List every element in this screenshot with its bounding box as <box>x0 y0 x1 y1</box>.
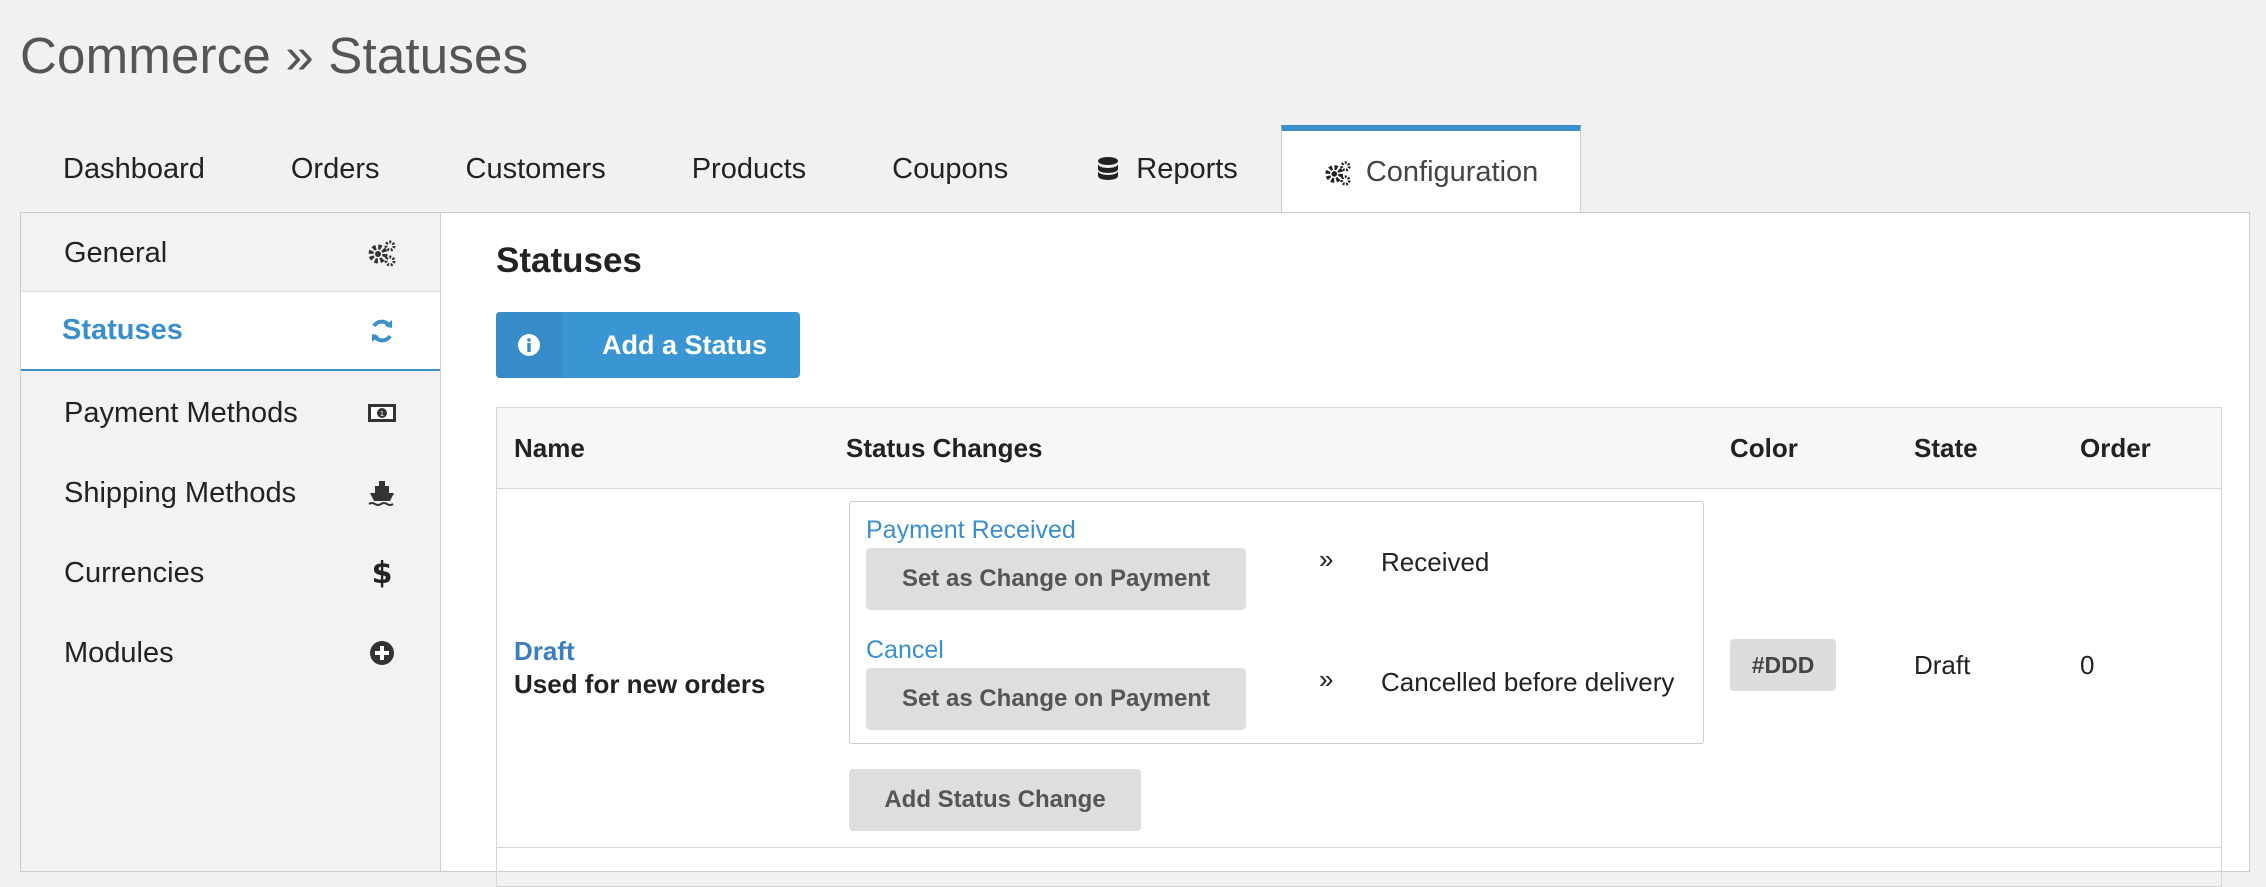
column-header-color: Color <box>1730 433 1798 463</box>
tab-dashboard[interactable]: Dashboard <box>20 125 248 213</box>
add-status-button[interactable]: Add a Status <box>496 312 800 378</box>
sidebar-item-general[interactable]: General <box>21 213 440 293</box>
add-status-change-button[interactable]: Add Status Change <box>849 769 1141 831</box>
dollar-icon: $ <box>371 555 393 591</box>
sidebar-item-modules[interactable]: Modules <box>21 613 440 693</box>
tab-label: Products <box>691 153 807 185</box>
tab-label: Reports <box>1136 153 1238 185</box>
add-status-label: Add a Status <box>602 329 768 360</box>
ship-icon <box>366 477 398 509</box>
set-change-on-payment-button[interactable]: Set as Change on Payment <box>866 668 1246 730</box>
change-event-link[interactable]: Payment Received <box>866 516 1076 545</box>
content-area: Statuses Add a Status Name Status Change… <box>496 213 2249 887</box>
status-state: Draft <box>1914 650 1971 680</box>
status-order: 0 <box>2080 650 2095 680</box>
column-header-state: State <box>1914 433 1978 463</box>
change-event-link[interactable]: Cancel <box>866 636 944 665</box>
tab-orders[interactable]: Orders <box>248 125 423 213</box>
change-target-status: Received <box>1381 547 1490 577</box>
sidebar-item-payment-methods[interactable]: Payment Methods 1 <box>21 373 440 453</box>
column-header-status-changes: Status Changes <box>846 433 1043 463</box>
status-changes-list: Payment Received Set as Change on Paymen… <box>849 501 1704 744</box>
tab-label: Configuration <box>1365 156 1539 188</box>
tab-coupons[interactable]: Coupons <box>849 125 1051 213</box>
statuses-table: Name Status Changes Color State Order Dr… <box>496 407 2222 887</box>
status-name-link[interactable]: Draft <box>514 636 575 667</box>
color-badge: #DDD <box>1730 639 1836 691</box>
sidebar-item-shipping-methods[interactable]: Shipping Methods <box>21 453 440 533</box>
change-target-status: Cancelled before delivery <box>1381 667 1675 697</box>
section-title: Statuses <box>496 241 642 280</box>
sidebar-item-label: Currencies <box>64 556 205 589</box>
sidebar-item-label: Statuses <box>62 314 183 346</box>
money-icon: 1 <box>366 397 398 429</box>
tab-reports[interactable]: Reports <box>1051 125 1281 213</box>
sidebar: General Statuses Payment Methods 1 Shipp… <box>21 213 441 871</box>
tab-label: Dashboard <box>63 153 205 185</box>
svg-text:1: 1 <box>380 410 384 418</box>
sidebar-item-label: General <box>64 236 168 269</box>
tab-products[interactable]: Products <box>649 125 849 213</box>
table-header: Name Status Changes Color State Order <box>497 408 2221 489</box>
set-change-on-payment-button[interactable]: Set as Change on Payment <box>866 548 1246 610</box>
sidebar-item-label: Modules <box>64 636 174 669</box>
sidebar-item-statuses[interactable]: Statuses <box>21 291 440 371</box>
row-divider <box>497 847 2221 848</box>
tab-label: Customers <box>465 153 606 185</box>
double-chevron-right-icon: » <box>1319 544 1334 574</box>
tab-label: Orders <box>290 153 380 185</box>
status-description: Used for new orders <box>514 669 766 699</box>
tab-label: Coupons <box>892 153 1009 185</box>
tab-configuration[interactable]: Configuration <box>1280 125 1582 214</box>
double-chevron-right-icon: » <box>1319 664 1334 694</box>
info-circle-icon <box>496 312 562 378</box>
sidebar-item-label: Shipping Methods <box>64 476 297 509</box>
column-header-name: Name <box>514 433 585 463</box>
refresh-icon <box>366 315 398 347</box>
plus-circle-icon <box>366 637 398 669</box>
main-panel: General Statuses Payment Methods 1 Shipp… <box>20 212 2250 887</box>
column-header-order: Order <box>2080 433 2151 463</box>
gears-icon <box>366 237 398 269</box>
sidebar-item-label: Payment Methods <box>64 396 298 429</box>
tab-customers[interactable]: Customers <box>423 125 649 213</box>
database-icon <box>1094 156 1122 184</box>
top-tabs: Dashboard Orders Customers Products Coup… <box>20 125 1582 214</box>
sidebar-item-currencies[interactable]: Currencies $ <box>21 533 440 613</box>
page-title: Commerce » Statuses <box>20 27 529 84</box>
gears-icon <box>1324 159 1352 187</box>
